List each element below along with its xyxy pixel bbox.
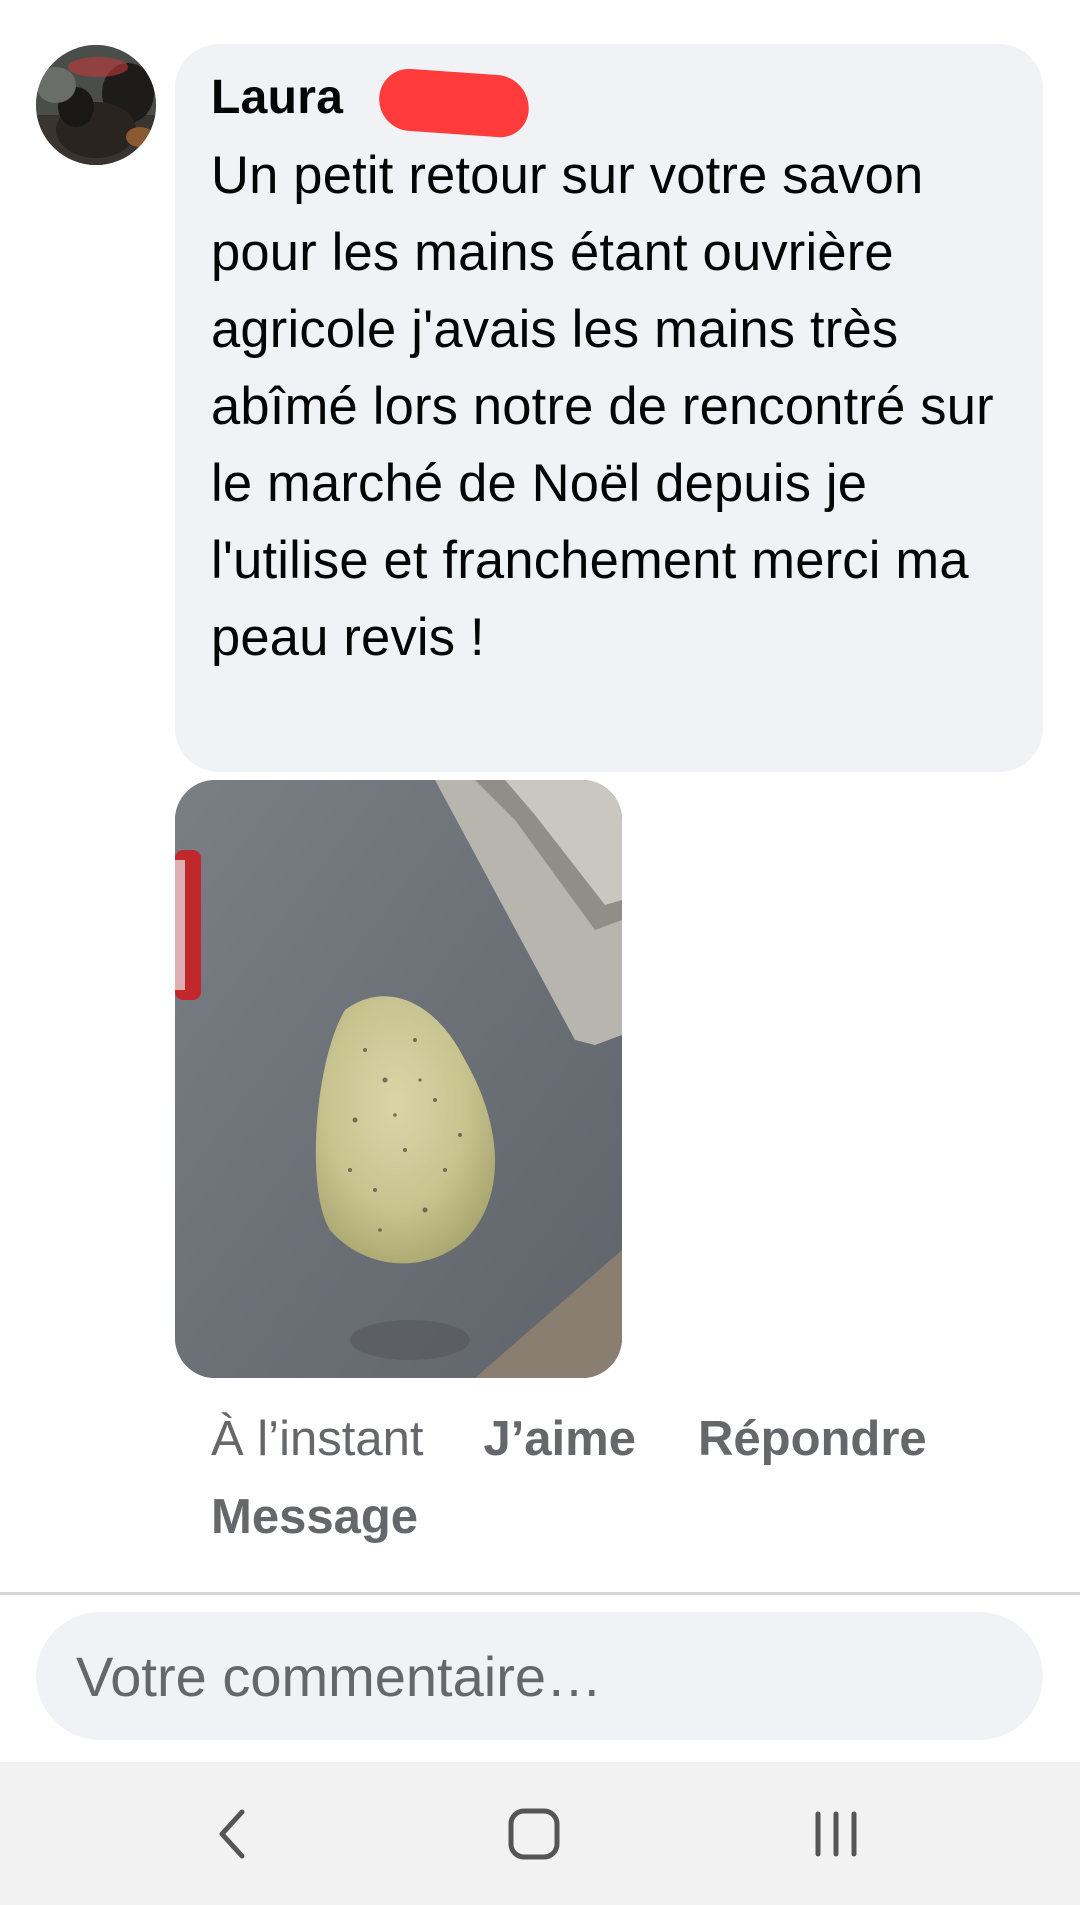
recent-apps-icon	[815, 1811, 857, 1856]
system-navigation-bar	[0, 1762, 1080, 1905]
comment-input[interactable]	[74, 1642, 1043, 1710]
home-square-icon	[508, 1808, 560, 1859]
chevron-left-icon	[219, 1809, 245, 1858]
back-button[interactable]	[162, 1762, 302, 1905]
comment-author-name[interactable]: Laura	[211, 71, 343, 124]
recent-apps-button[interactable]	[766, 1762, 906, 1905]
divider	[0, 1592, 1080, 1595]
author-avatar[interactable]	[36, 45, 156, 165]
comment-actions: À l’instant J’aime Répondre Message	[211, 1400, 1031, 1556]
comment-actions-row: À l’instant J’aime Répondre	[211, 1400, 1031, 1478]
redaction-mark	[377, 66, 531, 140]
comment-timestamp: À l’instant	[211, 1412, 424, 1466]
comment-actions-row-2: Message	[211, 1478, 1031, 1556]
avatar-dog-image	[36, 45, 156, 165]
like-button[interactable]: J’aime	[483, 1400, 636, 1478]
home-button[interactable]	[464, 1762, 604, 1905]
comment-attached-photo[interactable]	[175, 780, 622, 1378]
soap-photo-image	[175, 780, 622, 1378]
comment-text: Un petit retour sur votre savon pour les…	[211, 146, 994, 667]
comment-composer[interactable]	[36, 1612, 1043, 1740]
comment-screen: Laura Un petit retour sur votre savon po…	[0, 0, 1080, 1905]
message-button[interactable]: Message	[211, 1478, 418, 1556]
reply-button[interactable]: Répondre	[698, 1400, 927, 1478]
comment-bubble[interactable]: Laura Un petit retour sur votre savon po…	[175, 44, 1043, 772]
comment-author-row: Laura	[211, 66, 1007, 140]
